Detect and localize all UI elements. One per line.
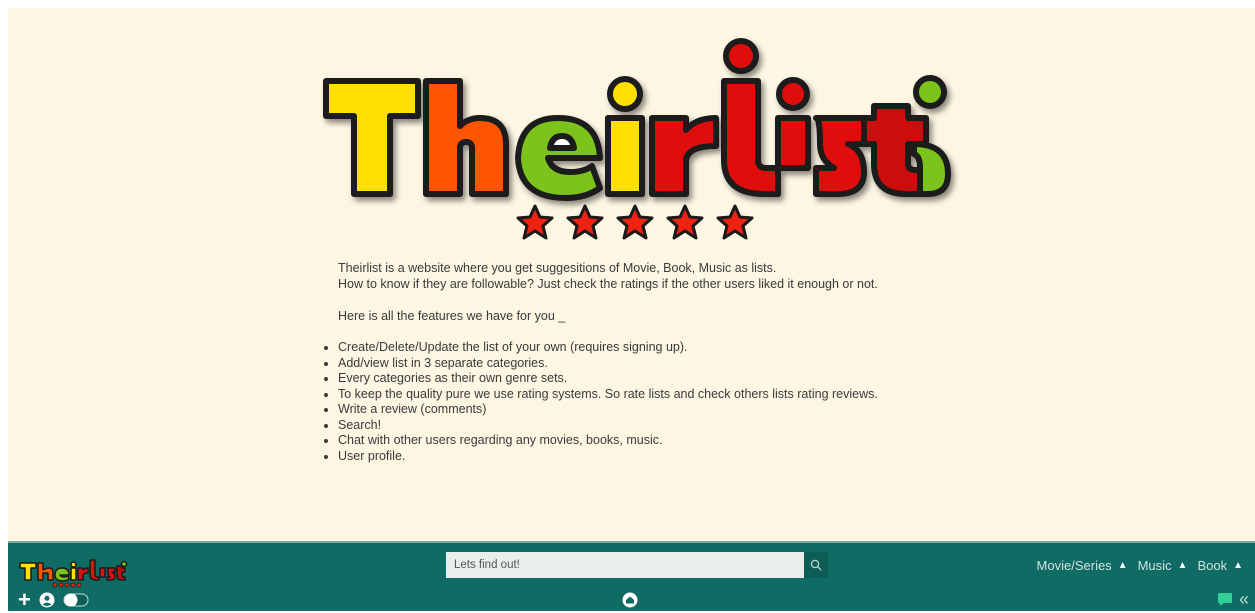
- list-item: Create/Delete/Update the list of your ow…: [338, 340, 978, 356]
- nav-music-label: Music: [1137, 558, 1172, 573]
- nav-movie-series-label: Movie/Series: [1036, 558, 1112, 573]
- list-item: Search!: [338, 418, 978, 434]
- plus-icon[interactable]: +: [18, 589, 31, 611]
- user-icon[interactable]: [39, 592, 55, 608]
- list-item: Chat with other users regarding any movi…: [338, 433, 978, 449]
- list-item: Write a review (comments): [338, 402, 978, 418]
- nav-music[interactable]: Music ▲: [1138, 558, 1188, 573]
- features-list: Create/Delete/Update the list of your ow…: [316, 340, 978, 464]
- main-content-area: Theirlist is a website where you get sug…: [8, 8, 1255, 541]
- list-item: Add/view list in 3 separate categories.: [338, 356, 978, 372]
- footer-actions-left: +: [18, 589, 89, 611]
- category-nav: Movie/Series ▲ Music ▲ Book ▲: [1037, 558, 1243, 573]
- theirlist-logo: [308, 26, 968, 254]
- list-item: User profile.: [338, 449, 978, 465]
- list-item: To keep the quality pure we use rating s…: [338, 387, 978, 403]
- features-intro: Here is all the features we have for you…: [338, 309, 566, 323]
- collapse-chevrons-icon[interactable]: «: [1239, 590, 1249, 608]
- footer-actions-right: «: [1217, 590, 1249, 608]
- search-button[interactable]: [804, 552, 828, 578]
- intro-line-2: How to know if they are followable? Just…: [338, 277, 878, 291]
- search-bar: [446, 552, 828, 578]
- search-input[interactable]: [446, 552, 804, 578]
- chevron-up-icon: ▲: [1177, 560, 1188, 571]
- chevron-up-icon: ▲: [1117, 560, 1128, 571]
- footer-bar: Movie/Series ▲ Music ▲ Book ▲ +: [8, 541, 1255, 611]
- nav-book-label: Book: [1197, 558, 1228, 573]
- list-item: Every categories as their own genre sets…: [338, 371, 978, 387]
- theme-toggle[interactable]: [63, 592, 89, 608]
- chevron-up-icon: ▲: [1233, 560, 1243, 571]
- nav-book[interactable]: Book ▲: [1197, 558, 1243, 573]
- search-icon: [810, 559, 822, 571]
- home-button[interactable]: [622, 592, 638, 613]
- chat-icon[interactable]: [1217, 592, 1233, 607]
- description: Theirlist is a website where you get sug…: [338, 260, 978, 464]
- footer-logo-link[interactable]: [18, 555, 128, 589]
- intro-line-1: Theirlist is a website where you get sug…: [338, 261, 777, 275]
- nav-movie-series[interactable]: Movie/Series ▲: [1037, 558, 1128, 573]
- home-icon: [622, 592, 638, 608]
